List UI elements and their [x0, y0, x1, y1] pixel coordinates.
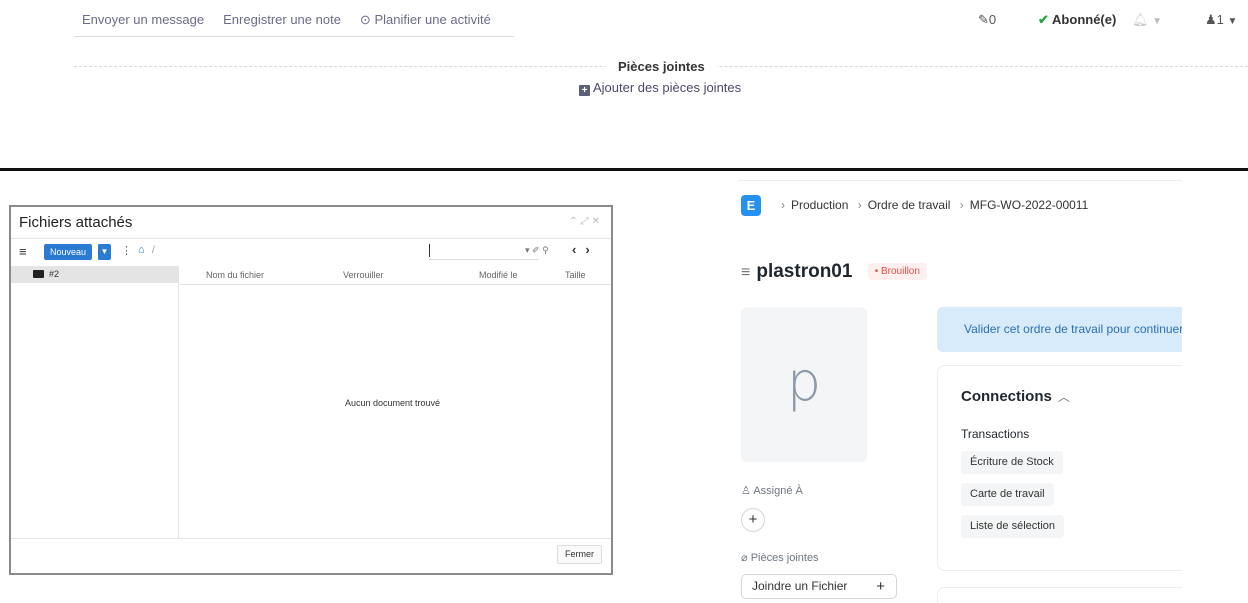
avatar[interactable]: p [741, 307, 867, 462]
clock-icon: ⊙ [359, 12, 371, 27]
menu-icon[interactable]: ≡ [19, 244, 27, 259]
followers-count: 1 [1216, 12, 1224, 27]
dialog-footer-divider [11, 538, 611, 539]
transactions-label: Transactions [961, 427, 1030, 441]
filter-dropdown-icon[interactable]: ▾ [525, 245, 530, 255]
new-dropdown-toggle[interactable]: ▼ [97, 244, 111, 260]
send-message-button[interactable]: Envoyer un message [82, 12, 204, 28]
job-card-link[interactable]: Carte de travail [961, 483, 1054, 506]
next-card [937, 587, 1182, 603]
notifications-dropdown[interactable]: 🔔︎ ▼ [1132, 12, 1162, 28]
attachments-label: ⌀ Pièces jointes [741, 551, 819, 564]
text-cursor [429, 244, 430, 257]
chatter-panel: Envoyer un message Enregistrer une note … [0, 0, 1248, 168]
following-button[interactable]: ✔ Abonné(e) [1038, 12, 1116, 28]
path-separator: / [152, 245, 155, 256]
add-assignee-button[interactable]: + [741, 508, 765, 532]
tree-item-label: #2 [49, 269, 60, 279]
submit-alert: Valider cet ordre de travail pour contin… [937, 307, 1182, 352]
paperclip-icon: ⌀ [741, 552, 748, 564]
more-options-icon[interactable]: ⋮ [121, 244, 132, 257]
assigned-to-label: ♙ Assigné À [741, 484, 803, 497]
page-title-row: ≡ plastron01 • Brouillon [741, 261, 927, 283]
dialog-title: Fichiers attachés [19, 214, 133, 231]
folder-icon [33, 270, 44, 278]
stock-entry-link[interactable]: Écriture de Stock [961, 451, 1063, 474]
page-title: plastron01 [756, 261, 853, 282]
search-icon[interactable]: ⚲ [542, 245, 549, 255]
dialog-window-controls: ⌃⤢✕ [569, 216, 603, 227]
home-icon[interactable]: ⌂ [138, 244, 145, 256]
bell-icon: 🔔︎ [1132, 12, 1149, 27]
following-label: Abonné(e) [1052, 12, 1117, 27]
app-logo[interactable]: E [741, 195, 761, 216]
dialog-toolbar: ≡ Nouveau ▼ ⋮ ⌂ / ▾ ✐ ⚲ ‹› [11, 242, 611, 264]
paperclip-icon: ✎ [978, 12, 989, 27]
user-icon: ♟ [1205, 12, 1217, 27]
tree-item[interactable]: #2 [11, 266, 178, 283]
chevron-right-icon: › [857, 198, 862, 212]
erp-work-order-panel: E › Production › Ordre de travail › MFG-WO-… [728, 171, 1182, 603]
add-attachments-link[interactable]: + Ajouter des pièces jointes [579, 80, 741, 96]
plus-square-icon: + [579, 85, 590, 96]
navigation-arrows: ‹› [572, 242, 599, 257]
attachments-count: 0 [988, 12, 997, 27]
search-tools: ▾ ✐ ⚲ [525, 245, 549, 256]
breadcrumb: › Production › Ordre de travail › MFG-WO-20… [775, 198, 1088, 212]
chevron-right-icon: › [959, 198, 964, 212]
chatter-actions: Envoyer un message Enregistrer une note … [82, 12, 491, 28]
user-icon: ♙ [741, 485, 751, 497]
attachments-text: Pièces jointes [750, 552, 819, 564]
check-icon: ✔ [1038, 12, 1049, 27]
dialog-header-divider [11, 238, 611, 239]
chevron-right-icon: › [781, 198, 785, 212]
column-lock[interactable]: Verrouiller [343, 270, 384, 280]
file-table-header: Nom du fichier Verrouiller Modifié le Ta… [180, 266, 611, 285]
close-button[interactable]: Fermer [557, 545, 602, 564]
forward-arrow-icon[interactable]: › [585, 242, 598, 257]
attach-file-label: Joindre un Fichier [752, 579, 848, 593]
schedule-activity-label: Planifier une activité [374, 12, 491, 27]
breadcrumb-document[interactable]: MFG-WO-2022-00011 [970, 198, 1088, 212]
column-filename[interactable]: Nom du fichier [206, 270, 264, 280]
empty-state-message: Aucun document trouvé [345, 398, 441, 408]
connections-title: Connections [961, 388, 1052, 405]
pick-list-link[interactable]: Liste de sélection [961, 515, 1064, 538]
column-size[interactable]: Taille [565, 270, 586, 280]
followers-dropdown[interactable]: ♟1 ▼ [1205, 12, 1237, 28]
search-input[interactable] [429, 244, 539, 260]
sidebar-toggle-icon[interactable]: ≡ [741, 264, 750, 281]
assigned-to-text: Assigné À [753, 485, 803, 497]
clear-icon[interactable]: ✐ [532, 245, 540, 255]
close-icon[interactable]: ✕ [592, 216, 603, 227]
status-label: Brouillon [881, 266, 920, 277]
back-arrow-icon[interactable]: ‹ [572, 242, 585, 257]
chevron-down-icon: ▼ [1152, 16, 1163, 27]
folder-tree: #2 [11, 266, 179, 538]
attachments-title: Pièces jointes [606, 59, 717, 74]
chevron-up-icon: ︿ [1057, 390, 1070, 404]
collapse-icon[interactable]: ⌃ [569, 216, 580, 227]
add-attachments-label: Ajouter des pièces jointes [593, 80, 742, 95]
chatter-actions-underline [74, 36, 514, 37]
expand-icon[interactable]: ⤢ [581, 216, 592, 227]
breadcrumb-production[interactable]: Production [791, 198, 848, 212]
connections-card: Connections ︿ Transactions Écriture de St… [937, 365, 1182, 571]
breadcrumb-work-order[interactable]: Ordre de travail [868, 198, 951, 212]
schedule-activity-button[interactable]: ⊙ Planifier une activité [360, 12, 491, 28]
attachments-counter-button[interactable]: ✎0 [978, 12, 996, 28]
navbar-divider [738, 180, 1182, 181]
column-modified[interactable]: Modifié le [479, 270, 518, 280]
connections-header[interactable]: Connections ︿ [961, 388, 1070, 405]
chevron-down-icon: ▼ [1227, 16, 1238, 27]
plus-icon: + [876, 578, 885, 595]
attach-file-button[interactable]: Joindre un Fichier + [741, 574, 897, 599]
new-button[interactable]: Nouveau [44, 244, 93, 260]
status-badge: • Brouillon [867, 263, 927, 280]
attached-files-dialog: Fichiers attachés ⌃⤢✕ ≡ Nouveau ▼ ⋮ ⌂ / … [9, 205, 613, 575]
log-note-button[interactable]: Enregistrer une note [223, 12, 341, 28]
